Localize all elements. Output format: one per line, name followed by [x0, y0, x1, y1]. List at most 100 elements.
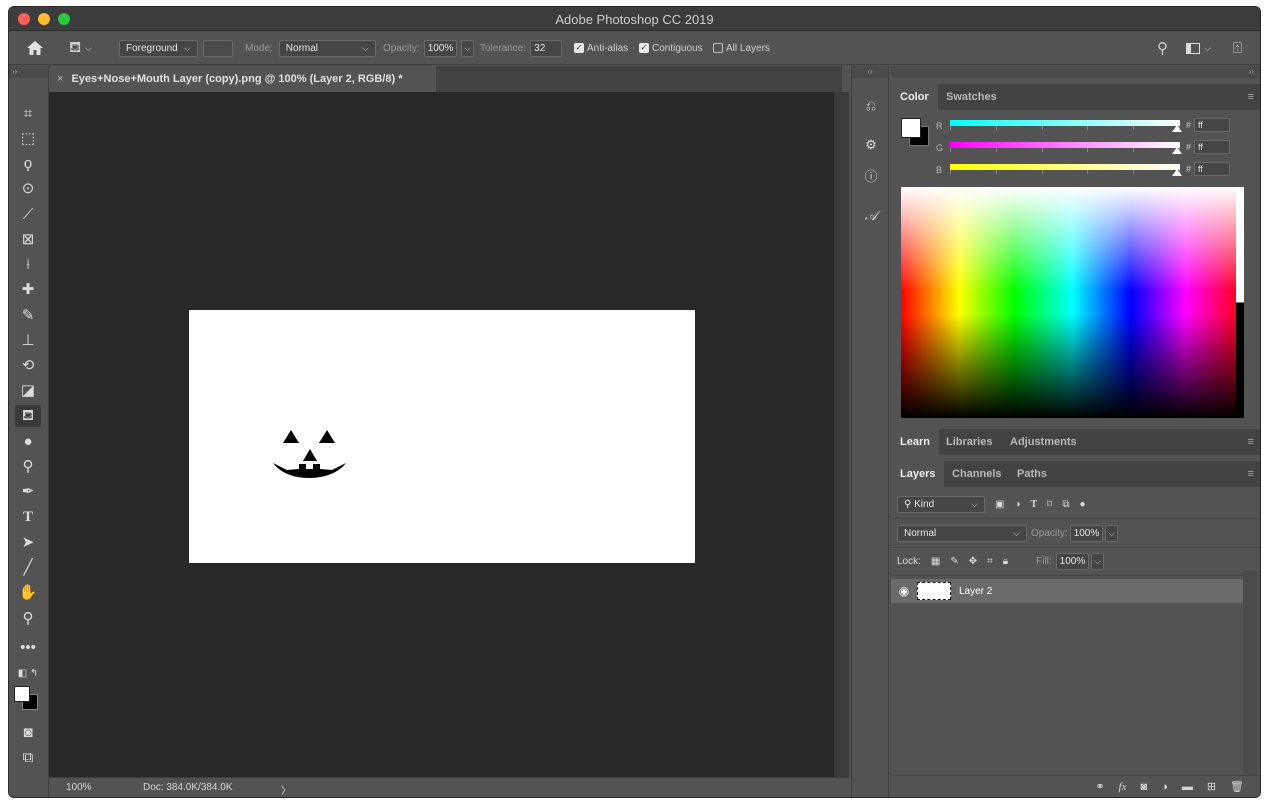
red-channel-slider[interactable]: R # ff	[936, 118, 1260, 135]
screen-mode-icon[interactable]: ⧉	[15, 746, 41, 768]
red-slider-thumb[interactable]	[1172, 125, 1182, 132]
blur-tool-icon[interactable]: ●	[15, 430, 41, 452]
tab-swatches[interactable]: Swatches	[937, 84, 1006, 110]
filter-toggle-icon[interactable]: ●	[1079, 499, 1085, 510]
panel-menu-icon[interactable]: ≡	[1248, 436, 1254, 448]
fill-input[interactable]: 100%	[1055, 553, 1090, 570]
tolerance-input[interactable]: 32	[530, 39, 563, 57]
status-menu-arrow[interactable]: 〉	[281, 782, 291, 797]
eraser-tool-icon[interactable]: ◪	[15, 379, 41, 401]
lock-transparent-pixels-icon[interactable]: ▦	[931, 556, 940, 567]
tab-layers[interactable]: Layers	[891, 461, 945, 487]
document-canvas[interactable]	[189, 310, 695, 563]
red-hex-input[interactable]: ff	[1194, 118, 1230, 132]
tab-paths[interactable]: Paths	[1008, 461, 1056, 487]
layer-filter-dropdown[interactable]: ⚲ Kind ⌵	[897, 496, 985, 513]
lock-all-icon[interactable]: 🔒︎	[1003, 556, 1008, 567]
foreground-color-swatch[interactable]	[14, 686, 30, 702]
pattern-picker[interactable]	[203, 39, 233, 57]
lock-image-pixels-icon[interactable]: ✎	[950, 556, 958, 567]
color-spectrum-picker[interactable]	[901, 187, 1244, 418]
filter-shape-icon[interactable]: ⌑	[1047, 499, 1052, 510]
new-group-icon[interactable]: ▬	[1182, 781, 1193, 793]
layer-name[interactable]: Layer 2	[959, 586, 992, 597]
fill-source-dropdown[interactable]: Foreground ⌵	[119, 39, 198, 57]
properties-panel-icon[interactable]: ⚙	[862, 136, 880, 154]
all-layers-checkbox[interactable]: All Layers	[713, 38, 770, 58]
info-panel-icon[interactable]: ⓘ	[862, 166, 880, 184]
new-layer-icon[interactable]: ⊞	[1207, 780, 1216, 793]
pen-tool-icon[interactable]: ✒	[15, 480, 41, 502]
collapse-dock-icon[interactable]: ‹‹	[852, 66, 888, 78]
canvas-area[interactable]	[49, 92, 834, 777]
lasso-tool-icon[interactable]: ϙ	[15, 152, 41, 174]
link-layers-icon[interactable]: ⚭	[1095, 780, 1104, 793]
crop-tool-icon[interactable]: ⌗	[15, 102, 41, 124]
hand-tool-icon[interactable]: ✋	[15, 581, 41, 603]
glyphs-panel-icon[interactable]: 𝒜	[862, 207, 880, 225]
slice-tool-icon[interactable]: ⟋	[15, 203, 41, 225]
blue-slider-thumb[interactable]	[1172, 169, 1182, 176]
lock-position-icon[interactable]: ✥	[969, 556, 977, 567]
delete-layer-icon[interactable]: 🗑︎	[1230, 780, 1244, 793]
path-selection-tool-icon[interactable]: ➤	[15, 531, 41, 553]
lock-artboard-icon[interactable]: ⌗	[987, 556, 993, 567]
layers-scrollbar[interactable]	[1243, 571, 1258, 775]
share-icon[interactable]: ⍐	[1233, 38, 1242, 58]
eyedropper-tool-icon[interactable]: ⟊	[15, 253, 41, 275]
zoom-tool-icon[interactable]: ⚲	[15, 607, 41, 629]
toolbar-collapse-icon[interactable]: ››	[9, 66, 48, 78]
green-hex-input[interactable]: ff	[1194, 140, 1230, 154]
clone-stamp-tool-icon[interactable]: ⊥	[15, 329, 41, 351]
zoom-level[interactable]: 100%	[66, 782, 92, 793]
paint-bucket-tool-icon[interactable]: ⛾	[15, 405, 41, 427]
tab-learn[interactable]: Learn	[891, 429, 939, 455]
close-tab-icon[interactable]: ×	[57, 73, 63, 85]
canvas-vertical-scrollbar[interactable]	[834, 92, 849, 777]
green-channel-slider[interactable]: G # ff	[936, 140, 1260, 157]
tab-channels[interactable]: Channels	[943, 461, 1011, 487]
layer-style-icon[interactable]: fx	[1119, 781, 1127, 793]
document-tab[interactable]: × Eyes+Nose+Mouth Layer (copy).png @ 100…	[49, 66, 436, 92]
paint-bucket-preset-picker[interactable]: ⛾ ⌵	[69, 38, 92, 58]
marquee-tool-icon[interactable]: ⬚	[15, 127, 41, 149]
blue-channel-slider[interactable]: B # ff	[936, 162, 1260, 179]
blend-mode-dropdown[interactable]: Normal ⌵	[897, 525, 1027, 542]
contiguous-checkbox[interactable]: ✓ Contiguous	[639, 38, 703, 58]
blue-hex-input[interactable]: ff	[1194, 162, 1230, 176]
frame-tool-icon[interactable]: ⊠	[15, 228, 41, 250]
anti-alias-checkbox[interactable]: ✓ Anti-alias	[574, 38, 628, 58]
healing-brush-tool-icon[interactable]: ✚	[15, 278, 41, 300]
mode-dropdown[interactable]: Normal ⌵	[278, 39, 376, 57]
add-mask-icon[interactable]: ◙	[1141, 781, 1148, 793]
panel-menu-icon[interactable]: ≡	[1248, 468, 1254, 480]
opacity-slider-toggle[interactable]: ⌵	[461, 39, 475, 57]
type-tool-icon[interactable]: T	[15, 506, 41, 528]
layer-opacity-input[interactable]: 100%	[1069, 525, 1104, 542]
layer-row[interactable]: ◉ Layer 2	[891, 579, 1243, 603]
search-icon[interactable]: ⚲	[1157, 38, 1168, 58]
workspace-switcher[interactable]: ⌵	[1186, 38, 1211, 58]
fill-slider-toggle[interactable]: ⌵	[1091, 553, 1105, 570]
tab-adjustments[interactable]: Adjustments	[1001, 429, 1086, 455]
adjustment-layer-icon[interactable]: ◑	[1161, 781, 1168, 793]
line-tool-icon[interactable]: ╱	[15, 556, 41, 578]
filter-adjustment-icon[interactable]: ◑	[1014, 499, 1020, 510]
green-slider-thumb[interactable]	[1172, 147, 1182, 154]
filter-pixel-icon[interactable]: ▣	[995, 499, 1004, 510]
quick-selection-tool-icon[interactable]: ⊙	[15, 177, 41, 199]
visibility-eye-icon[interactable]: ◉	[891, 584, 917, 598]
color-panel-foreground-swatch[interactable]	[901, 118, 921, 138]
filter-type-icon[interactable]: T	[1031, 499, 1038, 510]
home-icon[interactable]	[27, 38, 43, 58]
history-brush-tool-icon[interactable]: ⟲	[15, 354, 41, 376]
panel-menu-icon[interactable]: ≡	[1248, 91, 1254, 103]
history-panel-icon[interactable]: ⎌	[862, 97, 880, 115]
swap-colors-icon[interactable]: ◧ ↰	[15, 662, 41, 684]
layer-opacity-slider-toggle[interactable]: ⌵	[1105, 525, 1119, 542]
more-tools-icon[interactable]: •••	[15, 636, 41, 658]
black-white-ramp[interactable]	[1236, 187, 1244, 418]
dodge-tool-icon[interactable]: ⚲	[15, 455, 41, 477]
quick-mask-icon[interactable]: ◙	[15, 721, 41, 743]
collapse-right-dock-icon[interactable]: ››	[891, 66, 1260, 78]
